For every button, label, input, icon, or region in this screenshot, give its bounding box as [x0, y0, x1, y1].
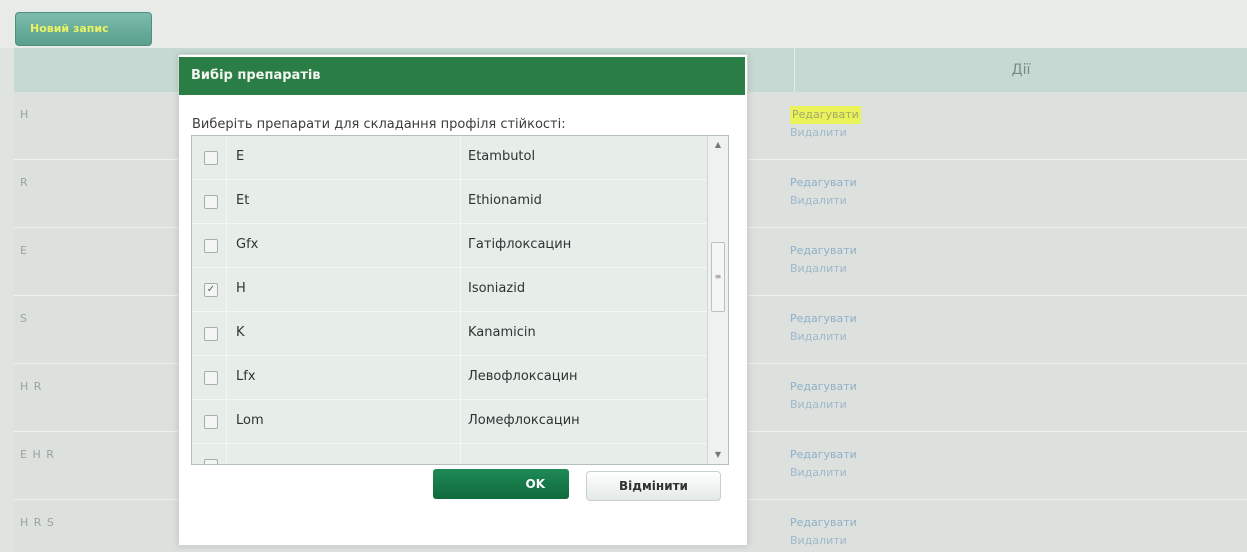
drug-abbreviation: E — [236, 149, 245, 164]
row-actions: Редагувати Видалити — [790, 242, 857, 278]
drug-checkbox[interactable] — [204, 239, 218, 253]
row-actions: Редагувати Видалити — [790, 514, 857, 550]
drug-selection-dialog: Вибір препаратів Виберіть препарати для … — [178, 54, 748, 546]
drug-name: Isoniazid — [468, 281, 526, 296]
new-record-button[interactable]: Новий запис — [15, 12, 152, 46]
list-item[interactable]: ✓ H Isoniazid — [192, 268, 707, 312]
delete-link[interactable]: Видалити — [790, 532, 857, 550]
drug-checkbox[interactable] — [204, 327, 218, 341]
drug-abbreviation: K — [236, 325, 245, 340]
row-actions: Редагувати Видалити — [790, 174, 857, 210]
top-toolbar: Новий запис — [0, 0, 1247, 48]
drug-abbreviation: Lom — [236, 413, 264, 428]
drug-checkbox-checked[interactable]: ✓ — [204, 283, 218, 297]
row-code: R — [20, 176, 29, 189]
list-item[interactable]: Et Ethionamid — [192, 180, 707, 224]
row-actions: Редагувати Видалити — [790, 378, 857, 414]
row-code: S — [20, 312, 28, 325]
edit-link[interactable]: Редагувати — [790, 242, 857, 260]
edit-link[interactable]: Редагувати — [790, 514, 857, 532]
drug-name: Ethionamid — [468, 193, 542, 208]
list-scrollbar[interactable]: ▲ ≡ ▼ — [707, 136, 728, 464]
list-item[interactable]: K Kanamicin — [192, 312, 707, 356]
delete-link[interactable]: Видалити — [790, 464, 857, 482]
list-item[interactable]: E Etambutol — [192, 136, 707, 180]
drug-abbreviation: Et — [236, 193, 250, 208]
drug-name: Etambutol — [468, 149, 536, 164]
drug-name: Ломефлоксацин — [468, 413, 580, 428]
delete-link[interactable]: Видалити — [790, 192, 857, 210]
drug-abbreviation: Lfx — [236, 369, 256, 384]
cancel-button[interactable]: Відмінити — [586, 471, 721, 501]
drug-checkbox[interactable] — [204, 371, 218, 385]
row-code: H R — [20, 380, 43, 393]
drug-list: E Etambutol Et Ethionamid Gfx Гатіфлокса… — [191, 135, 729, 465]
scroll-down-arrow-icon[interactable]: ▼ — [708, 446, 728, 464]
row-actions: Редагувати Видалити — [790, 446, 857, 482]
drug-checkbox[interactable] — [204, 459, 218, 464]
list-item-partial[interactable] — [192, 444, 707, 464]
drug-checkbox[interactable] — [204, 415, 218, 429]
delete-link[interactable]: Видалити — [790, 124, 861, 142]
edit-link[interactable]: Редагувати — [790, 106, 861, 124]
edit-link[interactable]: Редагувати — [790, 446, 857, 464]
actions-column-header: Дії — [794, 48, 1247, 92]
row-code: E — [20, 244, 28, 257]
row-code: H — [20, 108, 30, 121]
dialog-title: Вибір препаратів — [179, 57, 745, 95]
delete-link[interactable]: Видалити — [790, 396, 857, 414]
edit-link[interactable]: Редагувати — [790, 174, 857, 192]
drug-checkbox[interactable] — [204, 151, 218, 165]
delete-link[interactable]: Видалити — [790, 260, 857, 278]
drug-name: Гатіфлоксацин — [468, 237, 572, 252]
drug-name: Kanamicin — [468, 325, 536, 340]
edit-link[interactable]: Редагувати — [790, 378, 857, 396]
delete-link[interactable]: Видалити — [790, 328, 857, 346]
row-code: E H R — [20, 448, 55, 461]
edit-link[interactable]: Редагувати — [790, 310, 857, 328]
list-item[interactable]: Lom Ломефлоксацин — [192, 400, 707, 444]
dialog-prompt: Виберіть препарати для складання профіля… — [192, 117, 566, 132]
drug-abbreviation: Gfx — [236, 237, 259, 252]
row-actions: Редагувати Видалити — [790, 106, 861, 142]
list-item[interactable]: Lfx Левофлоксацин — [192, 356, 707, 400]
list-item[interactable]: Gfx Гатіфлоксацин — [192, 224, 707, 268]
drug-name: Левофлоксацин — [468, 369, 578, 384]
row-actions: Редагувати Видалити — [790, 310, 857, 346]
scroll-up-arrow-icon[interactable]: ▲ — [708, 136, 728, 154]
drug-checkbox[interactable] — [204, 195, 218, 209]
row-code: H R S — [20, 516, 55, 529]
scroll-thumb[interactable]: ≡ — [711, 242, 725, 312]
drug-abbreviation: H — [236, 281, 246, 296]
ok-button[interactable]: OK — [433, 469, 569, 499]
